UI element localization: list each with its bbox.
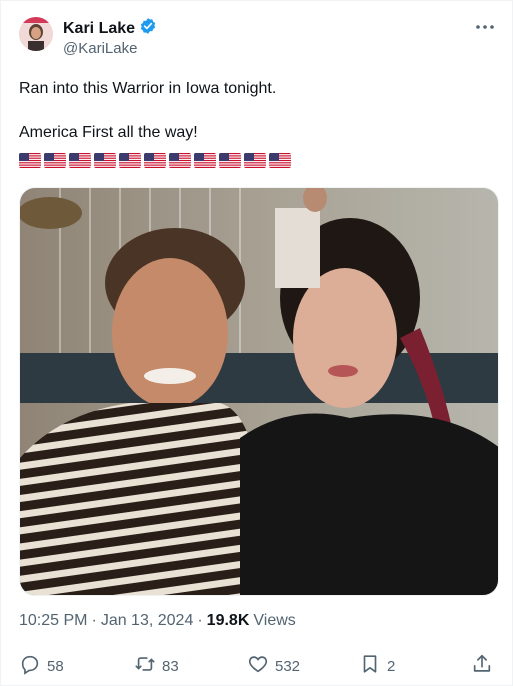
us-flag-emoji bbox=[269, 153, 291, 168]
tweet-card: Kari Lake @KariLake Ran into this Warrio… bbox=[0, 0, 513, 686]
share-button[interactable] bbox=[471, 649, 493, 683]
heart-icon bbox=[247, 653, 269, 679]
repost-icon bbox=[134, 653, 156, 679]
flag-emoji-row bbox=[19, 153, 291, 168]
share-icon bbox=[471, 653, 493, 679]
us-flag-emoji bbox=[194, 153, 216, 168]
us-flag-emoji bbox=[119, 153, 141, 168]
meta-separator: · bbox=[91, 612, 97, 629]
tweet-photo[interactable] bbox=[19, 187, 499, 596]
like-count: 532 bbox=[275, 657, 301, 675]
repost-count: 83 bbox=[162, 657, 179, 675]
tweet-date[interactable]: Jan 13, 2024 bbox=[101, 612, 194, 630]
tweet-time[interactable]: 10:25 PM bbox=[19, 612, 87, 630]
tweet-header: Kari Lake @KariLake bbox=[19, 15, 499, 63]
us-flag-emoji bbox=[19, 153, 41, 168]
bookmark-icon bbox=[359, 653, 381, 679]
like-button[interactable]: 532 bbox=[247, 649, 300, 683]
author-name-row: Kari Lake bbox=[63, 17, 157, 40]
reply-count: 58 bbox=[47, 657, 64, 675]
us-flag-emoji bbox=[144, 153, 166, 168]
bookmark-button[interactable]: 2 bbox=[359, 649, 395, 683]
tweet-meta: 10:25 PM · Jan 13, 2024 · 19.8K Views bbox=[19, 612, 296, 630]
us-flag-emoji bbox=[244, 153, 266, 168]
us-flag-emoji bbox=[219, 153, 241, 168]
verified-badge-icon bbox=[139, 17, 157, 40]
views-label[interactable]: Views bbox=[253, 612, 295, 630]
us-flag-emoji bbox=[44, 153, 66, 168]
more-options-icon[interactable] bbox=[471, 15, 499, 39]
author-avatar[interactable] bbox=[19, 17, 53, 51]
us-flag-emoji bbox=[169, 153, 191, 168]
tweet-actions: 58 83 532 2 bbox=[19, 649, 497, 685]
author-handle[interactable]: @KariLake bbox=[63, 40, 137, 57]
views-count[interactable]: 19.8K bbox=[207, 612, 250, 630]
reply-button[interactable]: 58 bbox=[19, 649, 64, 683]
tweet-text: Ran into this Warrior in Iowa tonight. A… bbox=[19, 80, 277, 141]
reply-icon bbox=[19, 653, 41, 679]
bookmark-count: 2 bbox=[387, 657, 396, 675]
meta-separator: · bbox=[197, 612, 203, 629]
us-flag-emoji bbox=[94, 153, 116, 168]
author-name[interactable]: Kari Lake bbox=[63, 19, 135, 39]
us-flag-emoji bbox=[69, 153, 91, 168]
repost-button[interactable]: 83 bbox=[134, 649, 179, 683]
